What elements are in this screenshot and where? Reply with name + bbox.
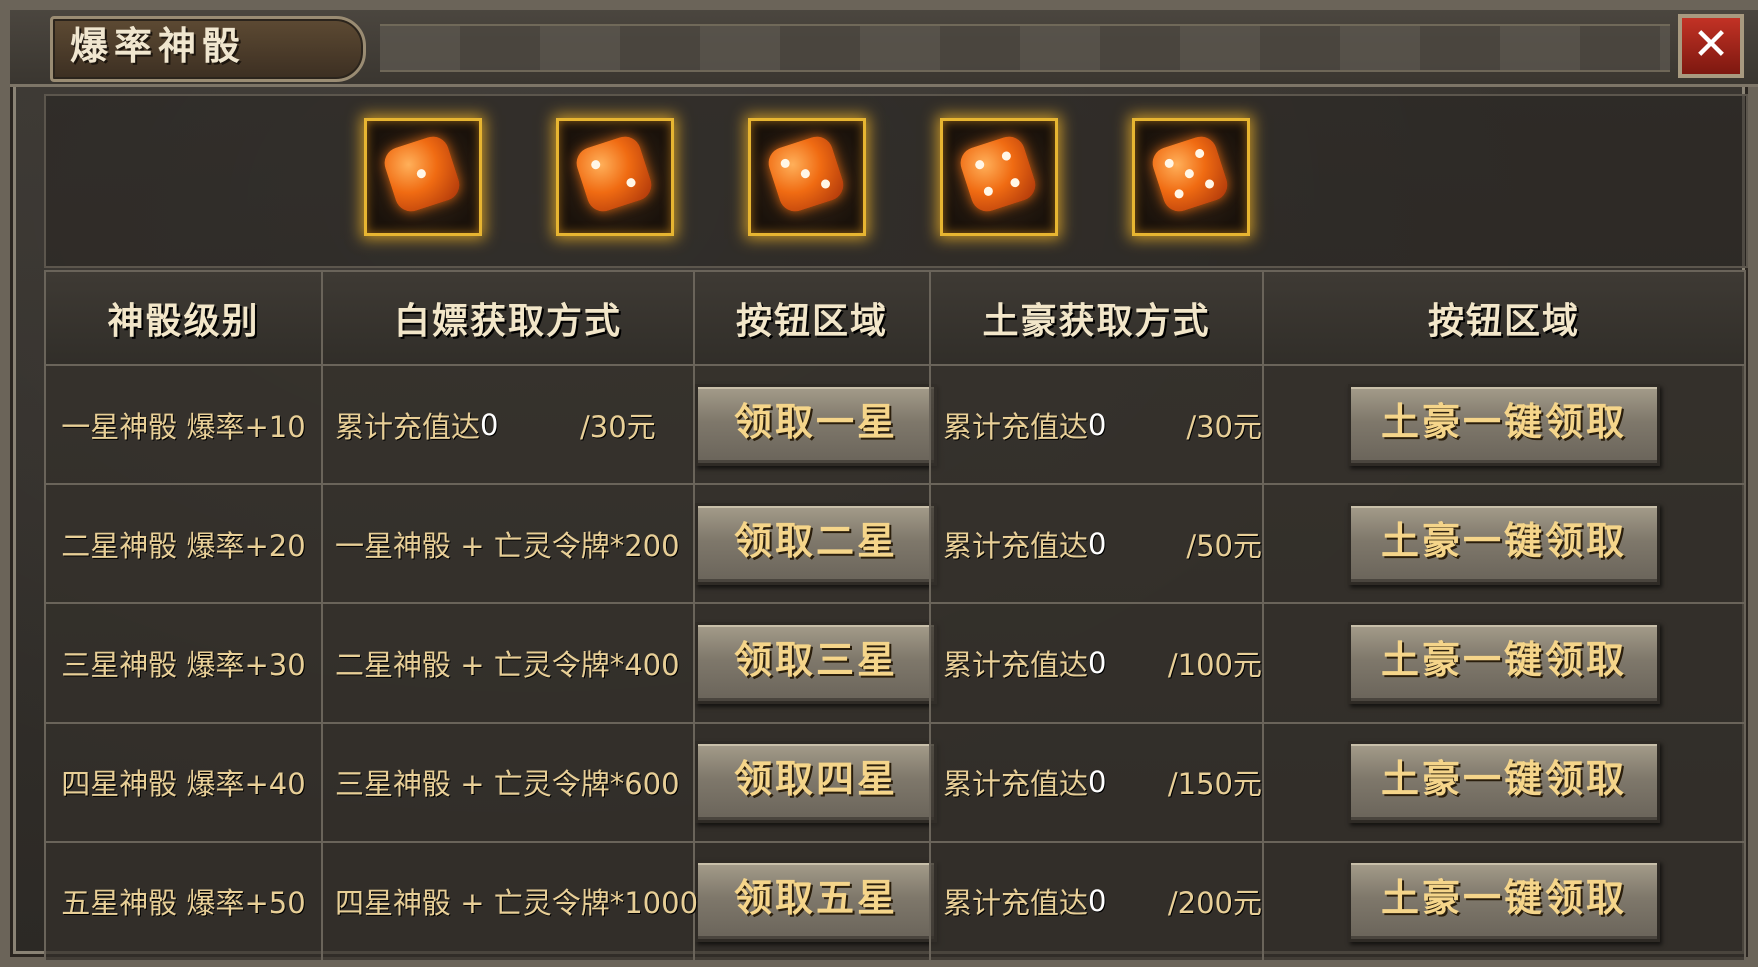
- level-cell: 一星神骰 爆率+10: [44, 363, 323, 486]
- level-cell: 二星神骰 爆率+20: [44, 483, 323, 605]
- die-slot-1[interactable]: [364, 118, 482, 236]
- recharge-target: /200元: [1167, 886, 1262, 921]
- tuhao-cell: 土豪一键领取: [1262, 363, 1746, 486]
- tuhao-cell: 土豪一键领取: [1262, 483, 1746, 605]
- tuhao-claim-button-2[interactable]: 土豪一键领取: [1348, 502, 1660, 585]
- recharge-target: /30元: [580, 409, 656, 444]
- recharge-target: /100元: [1167, 647, 1262, 682]
- claim-button-5[interactable]: 领取五星: [695, 860, 937, 943]
- level-cell: 四星神骰 爆率+40: [44, 721, 323, 843]
- free-method-cell: 四星神骰 + 亡灵令牌*1000: [321, 840, 698, 963]
- tuhao-cell: 土豪一键领取: [1262, 840, 1746, 963]
- recharge-label: 累计充值达: [943, 409, 1089, 444]
- table-header-row: 神骰级别 白嫖获取方式 按钮区域 土豪获取方式 按钮区域: [44, 270, 1746, 366]
- dice-temple-window: 爆率神骰 ✕ 神骰级别 白嫖获取方式 按钮区域 土豪获取方式 按钮区域 一星神骰…: [0, 0, 1758, 967]
- recharge-label: 累计充值达: [943, 886, 1089, 921]
- recharge-target: /50元: [1186, 528, 1262, 563]
- header-paid-method: 土豪获取方式: [929, 270, 1264, 366]
- reward-table: 神骰级别 白嫖获取方式 按钮区域 土豪获取方式 按钮区域 一星神骰 爆率+10 …: [44, 270, 1746, 963]
- paid-method-cell: 累计充值达 0 /150元: [929, 721, 1264, 843]
- tuhao-claim-button-4[interactable]: 土豪一键领取: [1348, 741, 1660, 824]
- die-slot-5[interactable]: [1132, 118, 1250, 236]
- claim-cell: 领取五星: [693, 840, 937, 963]
- claim-button-1[interactable]: 领取一星: [695, 383, 937, 466]
- claim-cell: 领取四星: [693, 721, 937, 843]
- recharge-current: 0: [1088, 884, 1107, 919]
- recharge-current: 0: [1088, 407, 1107, 442]
- table-row: 一星神骰 爆率+10 累计充值达 0 /30元 领取一星 累计充值达 0 /30…: [44, 363, 1746, 486]
- claim-cell: 领取一星: [693, 363, 937, 486]
- table-row: 五星神骰 爆率+50 四星神骰 + 亡灵令牌*1000 领取五星 累计充值达 0…: [44, 840, 1746, 963]
- paid-method-cell: 累计充值达 0 /100元: [929, 602, 1264, 724]
- claim-cell: 领取三星: [693, 602, 937, 724]
- recharge-label: 累计充值达: [335, 409, 481, 444]
- recharge-label: 累计充值达: [943, 528, 1089, 563]
- recharge-current: 0: [1088, 765, 1107, 800]
- recharge-label: 累计充值达: [943, 647, 1089, 682]
- die-1-icon: [380, 132, 464, 216]
- free-method-cell: 累计充值达 0 /30元: [321, 363, 695, 486]
- free-method-cell: 一星神骰 + 亡灵令牌*200: [321, 483, 695, 605]
- tuhao-claim-button-3[interactable]: 土豪一键领取: [1348, 621, 1660, 704]
- paid-method-cell: 累计充值达 0 /200元: [929, 840, 1264, 963]
- die-slot-4[interactable]: [940, 118, 1058, 236]
- title-bar: 爆率神骰 ✕: [10, 10, 1758, 87]
- die-3-icon: [764, 132, 848, 216]
- claim-button-2[interactable]: 领取二星: [695, 502, 937, 585]
- tuhao-claim-button-1[interactable]: 土豪一键领取: [1348, 383, 1660, 466]
- header-level: 神骰级别: [44, 270, 323, 366]
- tuhao-cell: 土豪一键领取: [1262, 602, 1746, 724]
- title-ornament: [380, 24, 1670, 72]
- die-slot-2[interactable]: [556, 118, 674, 236]
- level-cell: 三星神骰 爆率+30: [44, 602, 323, 724]
- recharge-current: 0: [1088, 526, 1107, 561]
- window-title: 爆率神骰: [70, 23, 247, 68]
- paid-method-cell: 累计充值达 0 /30元: [929, 363, 1264, 486]
- die-5-icon: [1148, 132, 1232, 216]
- close-button[interactable]: ✕: [1678, 14, 1744, 78]
- header-button-area: 按钮区域: [693, 270, 931, 366]
- die-slot-3[interactable]: [748, 118, 866, 236]
- claim-button-4[interactable]: 领取四星: [695, 741, 937, 824]
- claim-button-3[interactable]: 领取三星: [695, 621, 937, 704]
- die-2-icon: [572, 132, 656, 216]
- tuhao-claim-button-5[interactable]: 土豪一键领取: [1348, 860, 1660, 943]
- free-method-cell: 三星神骰 + 亡灵令牌*600: [321, 721, 695, 843]
- recharge-target: /150元: [1167, 767, 1262, 802]
- paid-method-cell: 累计充值达 0 /50元: [929, 483, 1264, 605]
- die-4-icon: [956, 132, 1040, 216]
- tuhao-cell: 土豪一键领取: [1262, 721, 1746, 843]
- recharge-target: /30元: [1186, 409, 1262, 444]
- level-cell: 五星神骰 爆率+50: [44, 840, 323, 963]
- recharge-current: 0: [480, 407, 499, 442]
- recharge-label: 累计充值达: [943, 767, 1089, 802]
- table-row: 二星神骰 爆率+20 一星神骰 + 亡灵令牌*200 领取二星 累计充值达 0 …: [44, 483, 1746, 605]
- free-method-cell: 二星神骰 + 亡灵令牌*400: [321, 602, 695, 724]
- table-row: 三星神骰 爆率+30 二星神骰 + 亡灵令牌*400 领取三星 累计充值达 0 …: [44, 602, 1746, 724]
- claim-cell: 领取二星: [693, 483, 937, 605]
- dice-row: [44, 94, 1748, 268]
- header-button-area-2: 按钮区域: [1262, 270, 1746, 366]
- recharge-current: 0: [1088, 645, 1107, 680]
- header-free-method: 白嫖获取方式: [321, 270, 695, 366]
- table-row: 四星神骰 爆率+40 三星神骰 + 亡灵令牌*600 领取四星 累计充值达 0 …: [44, 721, 1746, 843]
